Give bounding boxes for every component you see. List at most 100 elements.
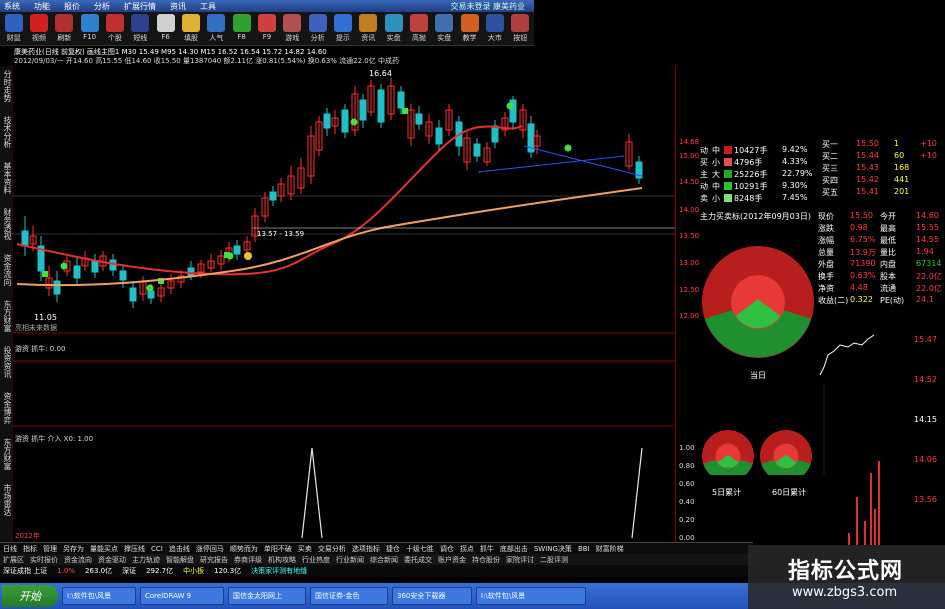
menu-system[interactable]: 系统 bbox=[4, 1, 20, 12]
menu-quote[interactable]: 报价 bbox=[64, 1, 80, 12]
indicator-tab-7[interactable]: 追击线 bbox=[169, 544, 190, 554]
left-tab-8[interactable]: 东方财富 bbox=[0, 438, 12, 470]
indicator-tab-5[interactable]: 撑压线 bbox=[124, 544, 145, 554]
indicator-tab-21[interactable]: BBI bbox=[578, 545, 590, 553]
indicator-tab-15[interactable]: 十级七胜 bbox=[406, 544, 434, 554]
taskbar-item-4[interactable]: 360安全下载器 bbox=[392, 587, 472, 605]
ext-tab-13[interactable]: 账户资金 bbox=[438, 555, 466, 565]
toolbar-button-5[interactable]: 短线 bbox=[129, 14, 152, 44]
toolbar-button-9[interactable]: F8 bbox=[230, 14, 253, 44]
indicator-tab-1[interactable]: 指标 bbox=[23, 544, 37, 554]
left-tab-4[interactable]: 资金流向 bbox=[0, 254, 12, 286]
menu-extended[interactable]: 扩展行情 bbox=[124, 1, 156, 12]
toolbar-button-18[interactable]: 教学 bbox=[458, 14, 481, 44]
toolbar-button-4[interactable]: 个股 bbox=[103, 14, 126, 44]
indicator-tab-17[interactable]: 拐点 bbox=[460, 544, 474, 554]
indicator-tab-18[interactable]: 抓牛 bbox=[480, 544, 494, 554]
start-button[interactable]: 开始 bbox=[2, 585, 58, 607]
toolbar-button-6[interactable]: F6 bbox=[154, 14, 177, 44]
taskbar-item-3[interactable]: 国信证券-金色 bbox=[310, 587, 388, 605]
indicator-tab-16[interactable]: 调仓 bbox=[440, 544, 454, 554]
ext-tab-16[interactable]: 二股评测 bbox=[540, 555, 568, 565]
quote-value: 13.9万 bbox=[850, 248, 876, 257]
toolbar-button-10[interactable]: F9 bbox=[255, 14, 278, 44]
toolbar-button-1[interactable]: 视频 bbox=[27, 14, 50, 44]
ext-tab-10[interactable]: 行业新闻 bbox=[336, 555, 364, 565]
indicator-tab-11[interactable]: 买卖 bbox=[298, 544, 312, 554]
ext-tab-15[interactable]: 家院评讨 bbox=[506, 555, 534, 565]
toolbar-button-7[interactable]: 填股 bbox=[179, 14, 202, 44]
flow-color-swatch bbox=[724, 158, 732, 166]
toolbar-button-19[interactable]: 大市 bbox=[483, 14, 506, 44]
indicator-tab-8[interactable]: 涨停回马 bbox=[196, 544, 224, 554]
ext-tab-11[interactable]: 综合新闻 bbox=[370, 555, 398, 565]
toolbar-button-12[interactable]: 分析 bbox=[306, 14, 329, 44]
toolbar-button-8[interactable]: 人气 bbox=[205, 14, 228, 44]
indicator-tab-22[interactable]: 财富阶梯 bbox=[596, 544, 624, 554]
ext-tab-14[interactable]: 持仓股份 bbox=[472, 555, 500, 565]
indicator-tab-14[interactable]: 捷仓 bbox=[386, 544, 400, 554]
indicator-tab-10[interactable]: 单阳不破 bbox=[264, 544, 292, 554]
toolbar-button-16[interactable]: 高抛 bbox=[407, 14, 430, 44]
ext-tab-2[interactable]: 资金流向 bbox=[64, 555, 92, 565]
toolbar-button-20[interactable]: 按钮 bbox=[509, 14, 532, 44]
ext-tab-6[interactable]: 研究报告 bbox=[200, 555, 228, 565]
toolbar-button-15[interactable]: 实盘 bbox=[382, 14, 405, 44]
ext-tab-7[interactable]: 券商评级 bbox=[234, 555, 262, 565]
indicator-tab-9[interactable]: 顺势而为 bbox=[230, 544, 258, 554]
indicator-tab-3[interactable]: 另存为 bbox=[63, 544, 84, 554]
ext-tab-5[interactable]: 智能解盘 bbox=[166, 555, 194, 565]
ext-tab-4[interactable]: 主力轨迹 bbox=[132, 555, 160, 565]
indicator-tab-6[interactable]: CCI bbox=[151, 545, 163, 553]
menu-tools[interactable]: 工具 bbox=[200, 1, 216, 12]
left-tab-2[interactable]: 基本资料 bbox=[0, 162, 12, 194]
ext-tab-9[interactable]: 行业热度 bbox=[302, 555, 330, 565]
left-tab-1[interactable]: 技术分析 bbox=[0, 116, 12, 148]
ext-tab-1[interactable]: 实时报价 bbox=[30, 555, 58, 565]
quote-label: 现价 bbox=[818, 212, 834, 221]
menu-function[interactable]: 功能 bbox=[34, 1, 50, 12]
toolbar-button-0[interactable]: 财鼠 bbox=[2, 14, 25, 44]
toolbar-label: 人气 bbox=[209, 34, 224, 42]
indicator-tab-12[interactable]: 交易分析 bbox=[318, 544, 346, 554]
menu-analysis[interactable]: 分析 bbox=[94, 1, 110, 12]
toolbar-button-17[interactable]: 实盘 bbox=[433, 14, 456, 44]
ext-tab-8[interactable]: 机构攻略 bbox=[268, 555, 296, 565]
left-tab-6[interactable]: 投资资讯 bbox=[0, 346, 12, 378]
indicator-tab-4[interactable]: 量能买点 bbox=[90, 544, 118, 554]
taskbar-item-1[interactable]: CorelDRAW 9 bbox=[140, 587, 224, 605]
left-tab-3[interactable]: 财务透视 bbox=[0, 208, 12, 240]
flow-size: 大 bbox=[712, 170, 720, 179]
toolbar-button-14[interactable]: 资讯 bbox=[357, 14, 380, 44]
ext-tab-0[interactable]: 扩展区 bbox=[3, 555, 24, 565]
taskbar-item-2[interactable]: 国信金太阳网上 bbox=[228, 587, 306, 605]
kline-chart[interactable]: 16.64 11.05 13.57 - 13.59 亮相未来数据 游资 抓牛: … bbox=[12, 66, 675, 542]
left-tab-7[interactable]: 资金博弈 bbox=[0, 392, 12, 424]
ext-tab-12[interactable]: 委托成交 bbox=[404, 555, 432, 565]
indicator-tab-19[interactable]: 底部出击 bbox=[500, 544, 528, 554]
sub-axis-tick: 0.40 bbox=[679, 498, 695, 506]
taskbar-item-5[interactable]: I:\软件包\风景 bbox=[476, 587, 586, 605]
toolbar-label: 实盘 bbox=[386, 34, 401, 42]
left-tab-0[interactable]: 分时走势 bbox=[0, 70, 12, 102]
indicator-tab-0[interactable]: 日线 bbox=[3, 544, 17, 554]
toolbar-button-11[interactable]: 游戏 bbox=[281, 14, 304, 44]
taskbar-item-0[interactable]: I:\软件包\风景 bbox=[62, 587, 136, 605]
toolbar-button-2[interactable]: 刷新 bbox=[53, 14, 76, 44]
quote-label: 总量 bbox=[818, 248, 834, 257]
candle-body bbox=[53, 280, 61, 295]
toolbar-button-3[interactable]: F10 bbox=[78, 14, 101, 44]
left-tab-5[interactable]: 东方财富 bbox=[0, 300, 12, 332]
left-tab-9[interactable]: 市场雷达 bbox=[0, 484, 12, 516]
indicator-tab-2[interactable]: 管理 bbox=[43, 544, 57, 554]
ext-tab-3[interactable]: 资金驱动 bbox=[98, 555, 126, 565]
sub-axis-tick: 0.60 bbox=[679, 480, 695, 488]
indicator-tab-20[interactable]: SWING决策 bbox=[534, 544, 572, 554]
toolbar: 财鼠 视频 刷新 F10 个股 短线 F6 填股 人气 F8 F9 游戏 分析 提示 资讯 实盘 高抛 实盘 教学 大… bbox=[0, 12, 534, 46]
candle-body bbox=[359, 99, 367, 121]
menu-news[interactable]: 资讯 bbox=[170, 1, 186, 12]
indicator-tab-13[interactable]: 选项指标 bbox=[352, 544, 380, 554]
bid-volume: 441 bbox=[894, 175, 910, 184]
date-label: 2012年 bbox=[15, 531, 40, 540]
toolbar-button-13[interactable]: 提示 bbox=[331, 14, 354, 44]
